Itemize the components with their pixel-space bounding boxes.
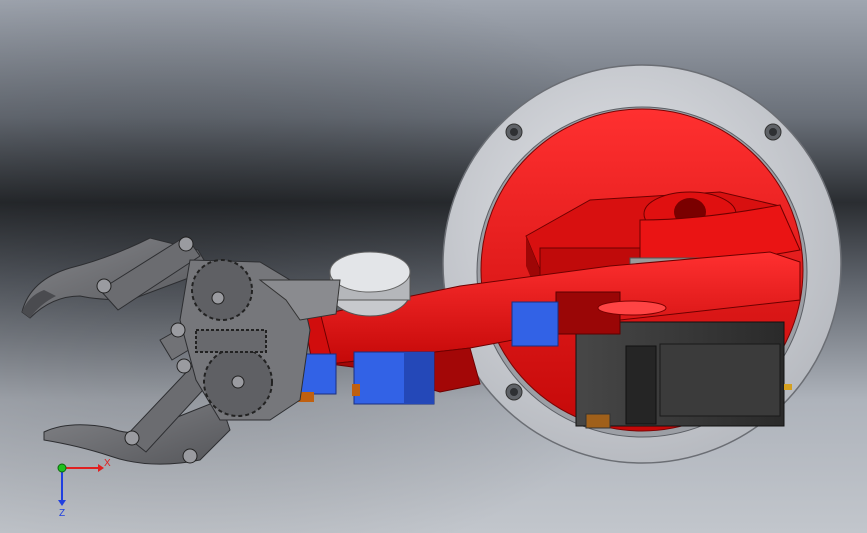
cad-viewport[interactable]: X Z — [0, 0, 867, 533]
pivot-pin-7 — [124, 430, 140, 446]
wrist-disk-top — [329, 251, 411, 293]
pivot-pin-1 — [96, 278, 112, 294]
servo-connector — [585, 413, 611, 429]
wrist-servo-a-shade — [404, 352, 434, 404]
pivot-pin-8 — [182, 448, 198, 464]
base-servo[interactable] — [575, 321, 792, 429]
y-axis-dot — [57, 463, 67, 473]
mount-hole-bottom-left-inner — [510, 388, 518, 396]
z-axis-label: Z — [59, 508, 65, 519]
gripper-gear-upper[interactable] — [191, 259, 253, 321]
gripper-gear-rack — [195, 329, 267, 353]
mount-hole-top-left-inner — [510, 128, 518, 136]
3d-model-view[interactable]: X Z — [0, 0, 867, 533]
wrist-rotator[interactable] — [329, 251, 411, 317]
pivot-pin-5 — [176, 358, 192, 374]
mount-hole-top-right-inner — [769, 128, 777, 136]
pivot-pin-4 — [170, 322, 186, 338]
upper-arm-slot — [597, 300, 667, 316]
pivot-pin-3 — [211, 291, 225, 305]
x-axis-label: X — [104, 458, 111, 469]
pivot-pin-2 — [178, 236, 194, 252]
wrist-servo-a-plug — [352, 384, 360, 396]
pivot-pin-6 — [231, 375, 245, 389]
servo-pin — [784, 384, 792, 390]
servo-face — [625, 345, 657, 425]
upper-arm-servo-window[interactable] — [511, 301, 559, 347]
servo-front-panel — [659, 343, 781, 417]
